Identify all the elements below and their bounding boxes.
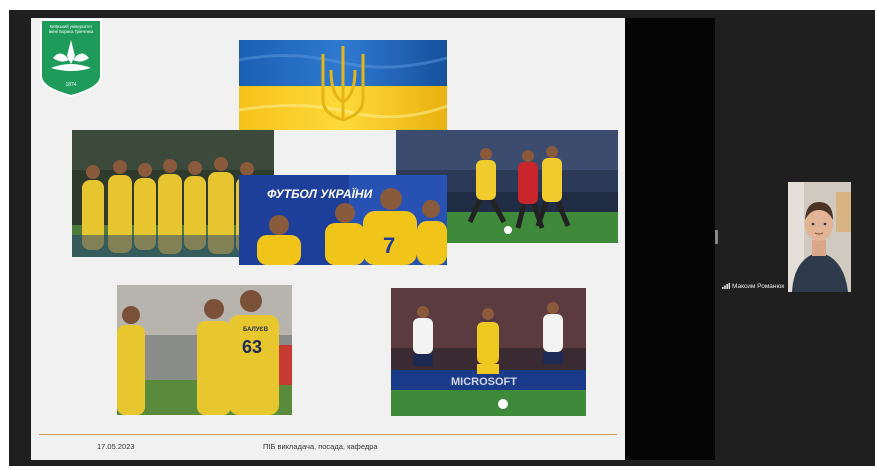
logo-year: 1874 xyxy=(65,82,76,88)
players-huddle-photo: БАЛУЄВ 63 xyxy=(117,285,292,415)
logo-line-2: імені Бориса Грінченка xyxy=(49,29,94,34)
jersey-number-back: 63 xyxy=(242,337,262,357)
splitter-handle[interactable] xyxy=(715,230,718,244)
footer-author-placeholder: ПІБ викладача, посада, кафедра xyxy=(263,442,378,451)
screen-share-padding xyxy=(625,18,715,460)
signal-bars-icon xyxy=(722,283,730,290)
footer-date: 17.05.2023 xyxy=(97,442,135,451)
jersey-name: БАЛУЄВ xyxy=(243,327,269,333)
meeting-window: Київський університет імені Бориса Грінч… xyxy=(9,10,875,466)
participant-name-label: Максим Романюк xyxy=(722,283,789,290)
england-match-photo: MICROSOFT xyxy=(391,288,586,416)
university-logo: Київський університет імені Бориса Грінч… xyxy=(39,18,103,98)
footer-divider xyxy=(39,434,617,435)
participant-name: Максим Романюк xyxy=(732,283,785,290)
ad-board-text: MICROSOFT xyxy=(451,376,517,388)
banner-title: ФУТБОЛ УКРАЇНИ xyxy=(267,186,373,201)
ukraine-flag-image xyxy=(239,40,447,130)
football-ukraine-banner: ФУТБОЛ УКРАЇНИ 7 xyxy=(239,175,447,265)
jersey-number: 7 xyxy=(383,233,395,258)
participant-video-tile[interactable] xyxy=(788,182,851,292)
shared-screen-slide: Київський університет імені Бориса Грінч… xyxy=(31,18,625,460)
